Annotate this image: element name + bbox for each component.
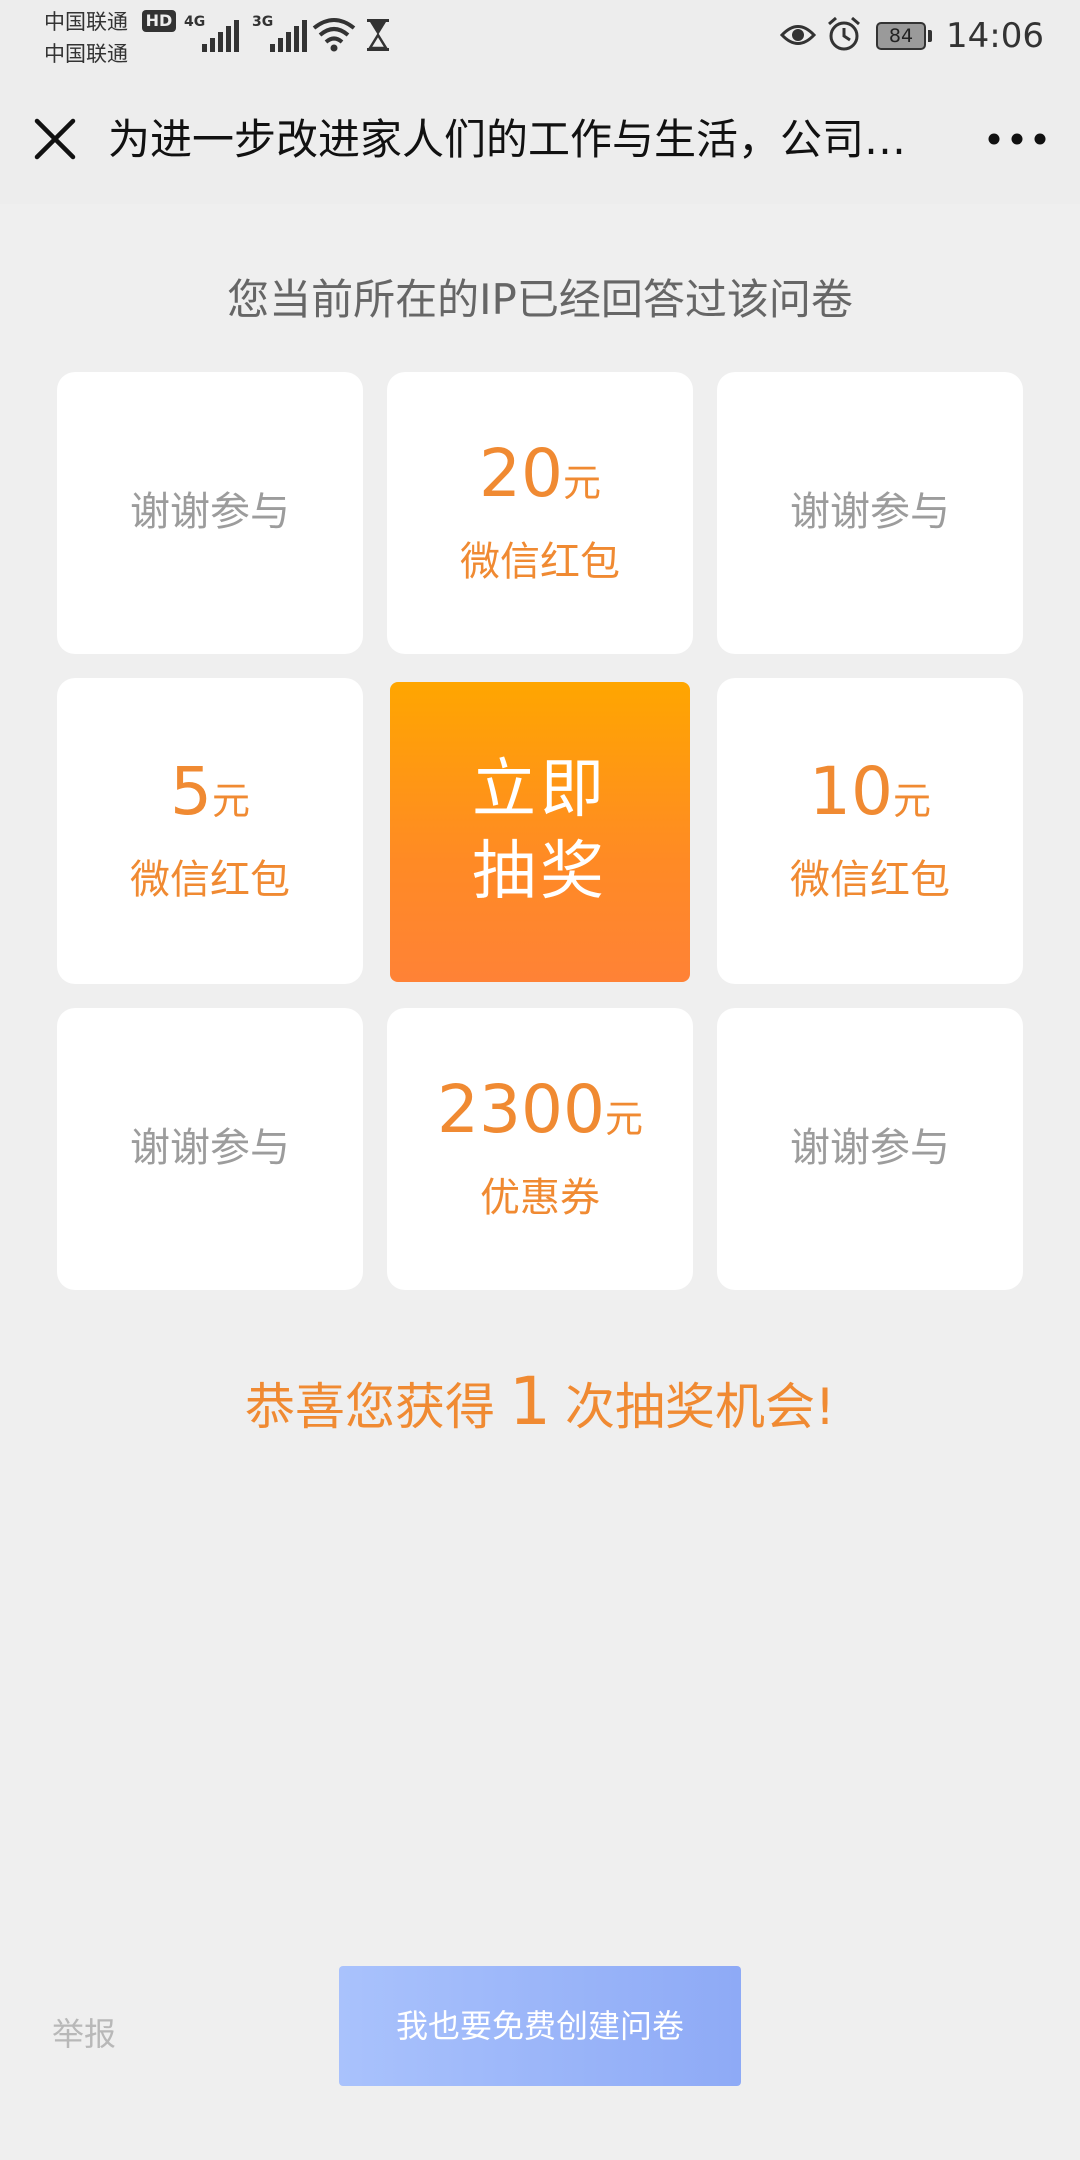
thanks-label: 谢谢参与 [130, 489, 290, 535]
lottery-cell-thanks: 谢谢参与 [57, 372, 363, 654]
congrats-prefix: 恭喜您获得 [244, 1378, 495, 1436]
draw-chance-count: 1 [508, 1363, 551, 1440]
prize-amount: 10元 [717, 752, 1023, 849]
thanks-label: 谢谢参与 [790, 489, 950, 535]
more-dots-icon[interactable] [980, 114, 1054, 164]
carrier-1: 中国联通 [44, 10, 128, 34]
lottery-cell-prize: 10元 微信红包 [717, 678, 1023, 984]
prize-amount-value: 10 [809, 753, 893, 830]
battery-level: 84 [876, 22, 926, 50]
page-title: 为进一步改进家人们的工作与生活，公司… [108, 115, 907, 164]
prize-name: 微信红包 [790, 857, 950, 903]
lottery-cell-thanks: 谢谢参与 [717, 1008, 1023, 1290]
thanks-label: 谢谢参与 [130, 1125, 290, 1171]
report-link[interactable]: 举报 [52, 2010, 116, 2058]
prize-amount-value: 2300 [437, 1071, 605, 1148]
congrats-suffix: 次抽奖机会! [564, 1378, 836, 1436]
status-bar: 中国联通 中国联通 HD 4G 3G 84 14:06 [0, 0, 1080, 72]
already-answered-notice: 您当前所在的IP已经回答过该问卷 [227, 275, 853, 324]
create-survey-button[interactable]: 我也要免费创建问卷 [339, 1966, 741, 2086]
prize-name: 微信红包 [460, 539, 620, 585]
draw-button-line-2: 抽奖 [472, 835, 608, 909]
carrier-2: 中国联通 [44, 42, 128, 66]
lottery-cell-prize: 20元 微信红包 [387, 372, 693, 654]
lottery-cell-prize: 2300元 优惠券 [387, 1008, 693, 1290]
close-icon[interactable] [24, 108, 86, 170]
prize-amount-value: 5 [169, 753, 212, 830]
prize-amount-unit: 元 [892, 779, 931, 823]
prize-amount-value: 20 [479, 435, 563, 512]
nav-bar: 为进一步改进家人们的工作与生活，公司… [0, 72, 1080, 204]
prize-amount: 5元 [57, 752, 363, 849]
lottery-cell-prize: 5元 微信红包 [57, 678, 363, 984]
hourglass-icon [367, 19, 389, 51]
signal-3g-icon [270, 18, 307, 52]
lottery-cell-thanks: 谢谢参与 [57, 1008, 363, 1290]
prize-amount-unit: 元 [211, 779, 250, 823]
battery-icon: 84 [876, 22, 932, 50]
prize-amount-unit: 元 [604, 1097, 643, 1141]
wifi-icon [312, 18, 356, 52]
eye-icon [780, 25, 816, 45]
carrier-info: 中国联通 中国联通 [44, 6, 128, 70]
draw-chance-message: 恭喜您获得 1 次抽奖机会! [0, 1362, 1080, 1447]
signal-4g-icon [202, 18, 239, 52]
draw-lottery-button[interactable]: 立即 抽奖 [390, 682, 690, 982]
clock: 14:06 [946, 16, 1044, 56]
prize-name: 微信红包 [130, 857, 290, 903]
prize-name: 优惠券 [480, 1175, 600, 1221]
draw-button-line-1: 立即 [472, 753, 608, 827]
prize-amount: 20元 [387, 434, 693, 531]
lottery-cell-thanks: 谢谢参与 [717, 372, 1023, 654]
thanks-label: 谢谢参与 [790, 1125, 950, 1171]
prize-amount-unit: 元 [562, 461, 601, 505]
alarm-icon [828, 16, 860, 51]
hd-badge: HD [142, 10, 176, 32]
prize-amount: 2300元 [387, 1070, 693, 1167]
